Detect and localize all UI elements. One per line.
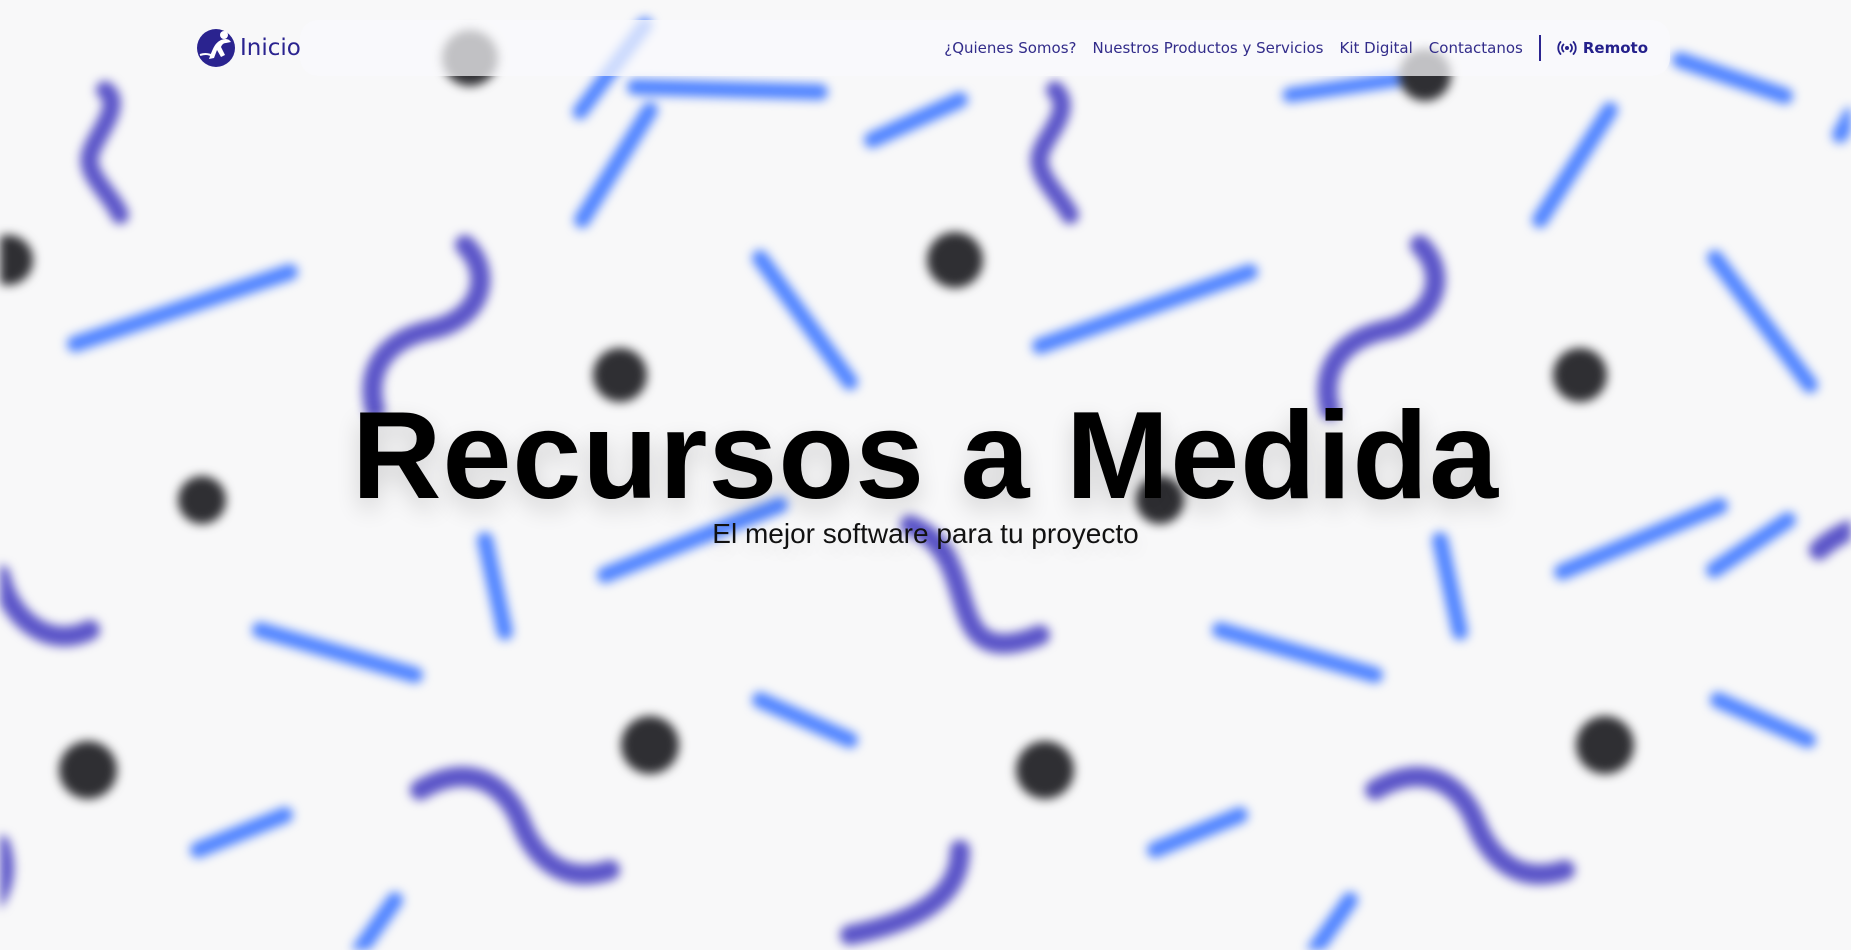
hero-section: Recursos a Medida El mejor software para…: [0, 390, 1851, 552]
nav-link-productos-servicios[interactable]: Nuestros Productos y Servicios: [1093, 33, 1324, 63]
hero-title: Recursos a Medida: [351, 387, 1500, 525]
page: Inicio ¿Quienes Somos? Nuestros Producto…: [0, 0, 1851, 950]
broadcast-icon: [1557, 41, 1577, 55]
nav-link-kit-digital[interactable]: Kit Digital: [1339, 33, 1412, 63]
main-navigation: ¿Quienes Somos? Nuestros Productos y Ser…: [944, 33, 1648, 63]
brand-logo-link[interactable]: Inicio: [196, 26, 301, 70]
brand-name: Inicio: [240, 35, 301, 61]
nav-link-quienes-somos[interactable]: ¿Quienes Somos?: [944, 33, 1076, 63]
hero-subtitle: El mejor software para tu proyecto: [712, 518, 1139, 549]
nav-divider: [1538, 35, 1541, 61]
remote-button[interactable]: Remoto: [1557, 33, 1648, 63]
runner-silhouette-icon: [197, 29, 235, 67]
remote-label: Remoto: [1582, 39, 1648, 57]
nav-link-contactanos[interactable]: Contactanos: [1429, 33, 1523, 63]
